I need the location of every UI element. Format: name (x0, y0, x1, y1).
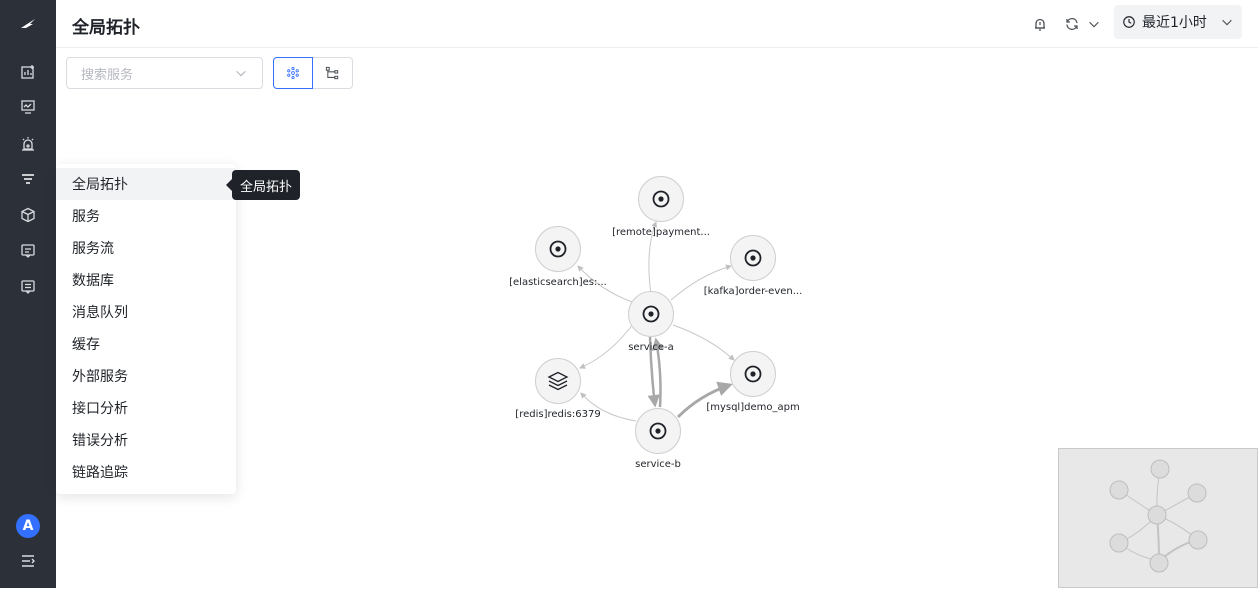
menu-item-external-service[interactable]: 外部服务 (56, 360, 236, 392)
filter-list-icon[interactable] (16, 167, 40, 191)
node-elasticsearch[interactable]: [elasticsearch]es:... (509, 226, 607, 289)
chart-add-icon[interactable] (16, 60, 40, 84)
menu-item-cache[interactable]: 缓存 (56, 328, 236, 360)
node-label: [elasticsearch]es:... (509, 277, 607, 288)
edge-a-redis (579, 323, 634, 369)
avatar[interactable]: A (16, 514, 40, 538)
target-icon (649, 422, 667, 440)
edge-a-b (647, 336, 661, 408)
node-mysql[interactable]: [mysql]demo_apm (706, 351, 800, 414)
node-label: service-a (628, 342, 674, 353)
node-label: [remote]payment... (612, 227, 710, 238)
chevron-down-icon (1222, 19, 1232, 26)
graph-view-button[interactable] (273, 57, 313, 89)
refresh-icon[interactable] (1060, 12, 1084, 36)
target-icon (744, 365, 762, 383)
node-label: service-b (635, 459, 681, 470)
sidebar: A (0, 0, 56, 588)
node-redis[interactable]: [redis]redis:6379 (515, 358, 601, 421)
monitor-icon[interactable] (16, 95, 40, 119)
menu-item-services[interactable]: 服务 (56, 200, 236, 232)
edge-a-es (577, 265, 633, 303)
time-range-select[interactable]: 最近1小时 (1114, 5, 1242, 39)
menu-item-global-topology[interactable]: 全局拓扑 (56, 168, 236, 200)
alarm-icon[interactable] (16, 132, 40, 156)
menu-tooltip: 全局拓扑 (225, 170, 301, 200)
menu-item-message-queue[interactable]: 消息队列 (56, 296, 236, 328)
clock-icon (1123, 16, 1135, 28)
edge-a-remote (648, 221, 657, 295)
target-icon (642, 305, 660, 323)
message-icon[interactable] (16, 239, 40, 263)
target-icon (652, 190, 670, 208)
node-service-a[interactable]: service-a (628, 291, 674, 354)
time-range-label: 最近1小时 (1142, 15, 1207, 31)
topology-menu: 全局拓扑 服务 服务流 数据库 消息队列 缓存 外部服务 接口分析 错误分析 链… (56, 164, 236, 494)
edge-b-a (651, 337, 664, 408)
edge-a-kafka (670, 264, 732, 301)
node-kafka[interactable]: [kafka]order-even... (704, 235, 803, 298)
graph-view-icon (287, 66, 299, 80)
menu-item-api-analysis[interactable]: 接口分析 (56, 392, 236, 424)
tree-view-icon (325, 66, 339, 79)
menu-item-trace[interactable]: 链路追踪 (56, 456, 236, 488)
expand-menu-icon[interactable] (16, 549, 40, 573)
edge-b-mysql (676, 381, 733, 419)
edge-b-redis (580, 392, 637, 422)
alarm-bell-icon[interactable] (1028, 12, 1052, 36)
chevron-down-icon (236, 70, 246, 77)
header: 全局拓扑 最近1小时 (56, 0, 1258, 48)
node-service-b[interactable]: service-b (635, 408, 681, 471)
layers-icon (547, 371, 569, 391)
minimap-graph (1109, 459, 1208, 573)
node-remote[interactable]: [remote]payment... (612, 176, 710, 239)
target-icon (549, 240, 567, 258)
node-label: [kafka]order-even... (704, 286, 803, 297)
edge-a-mysql (672, 324, 735, 361)
node-label: [mysql]demo_apm (706, 402, 799, 413)
tree-view-button[interactable] (313, 57, 353, 89)
view-switch (273, 57, 353, 89)
message-alt-icon[interactable] (16, 275, 40, 299)
minimap[interactable] (1058, 448, 1258, 588)
service-search-select[interactable]: 搜索服务 (66, 57, 263, 89)
cube-icon[interactable] (16, 203, 40, 227)
bird-logo-icon[interactable] (16, 12, 40, 36)
search-placeholder: 搜索服务 (81, 67, 134, 83)
menu-item-service-flow[interactable]: 服务流 (56, 232, 236, 264)
target-icon (744, 249, 762, 267)
menu-item-error-analysis[interactable]: 错误分析 (56, 424, 236, 456)
page-title: 全局拓扑 (72, 18, 140, 38)
node-label: [redis]redis:6379 (515, 409, 600, 420)
menu-item-database[interactable]: 数据库 (56, 264, 236, 296)
refresh-dropdown-chevron-icon[interactable] (1082, 12, 1106, 36)
